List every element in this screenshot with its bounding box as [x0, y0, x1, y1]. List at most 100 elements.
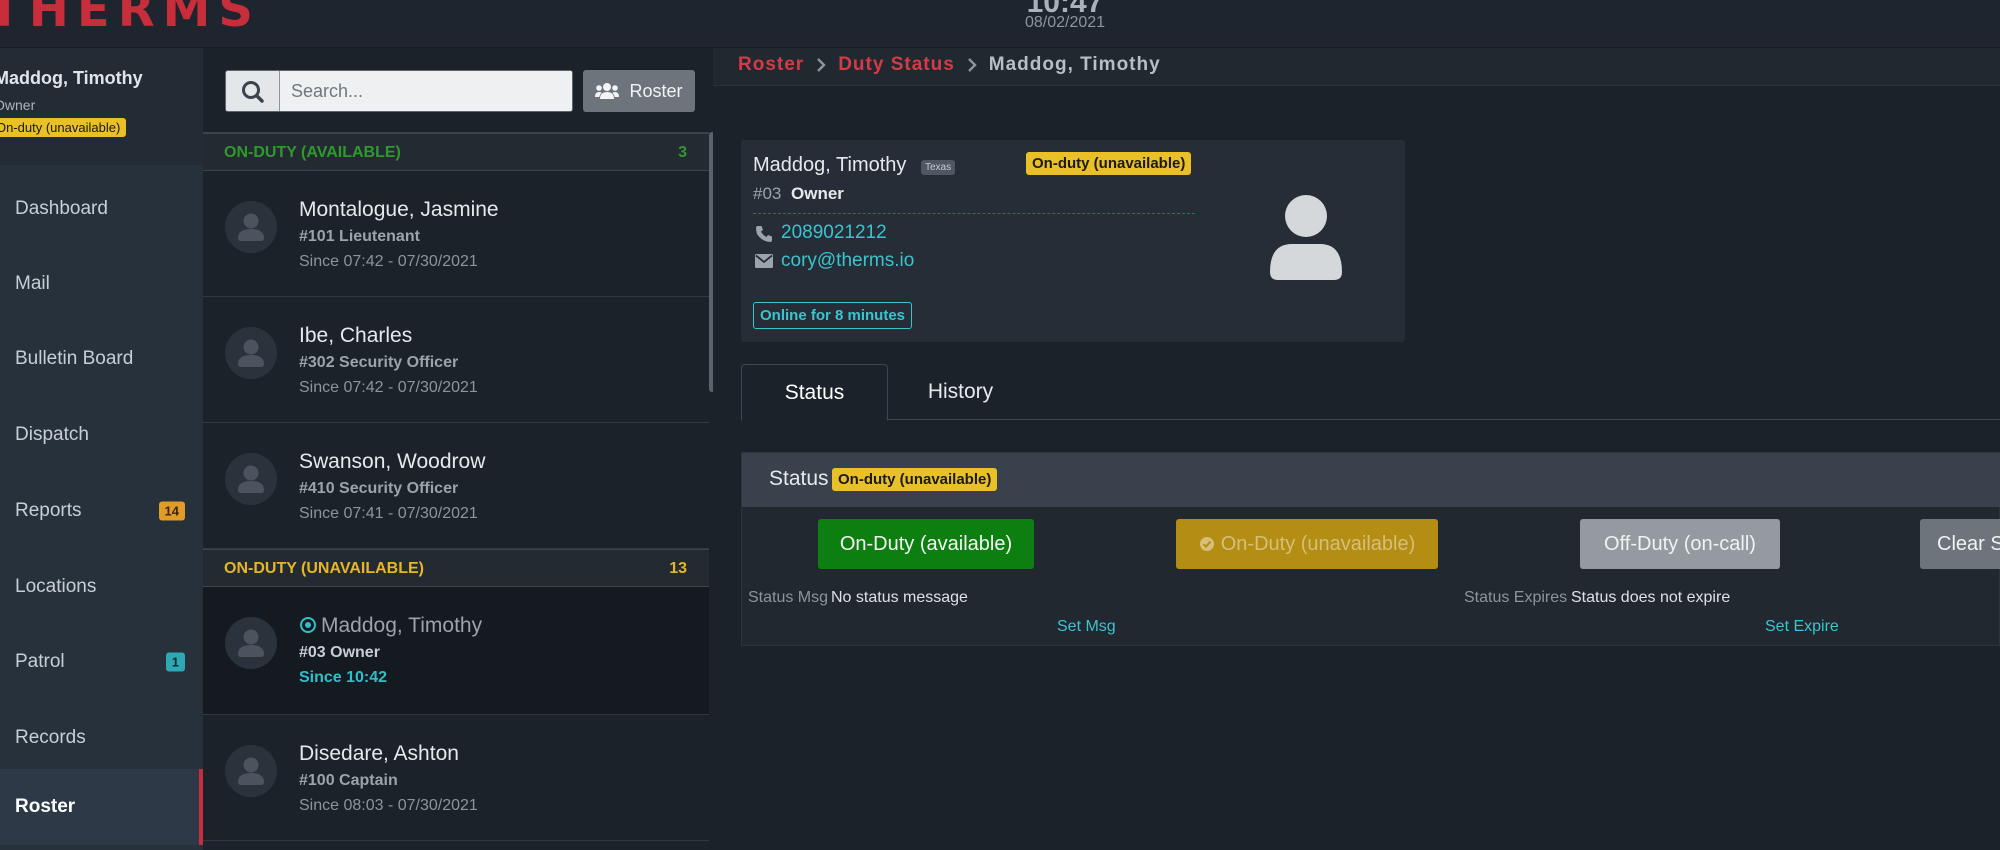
search-button[interactable] — [226, 71, 280, 111]
app-logo[interactable]: THERMS — [0, 0, 261, 38]
roster-person[interactable]: Swanson, Woodrow #410 Security Officer S… — [203, 423, 709, 549]
envelope-icon — [755, 254, 773, 268]
set-msg-link[interactable]: Set Msg — [1057, 618, 1116, 636]
patrol-count-badge: 1 — [165, 652, 185, 672]
sidebar-item-label: Records — [15, 727, 86, 748]
person-role: #100 Captain — [299, 772, 398, 789]
main-panel: Roster Duty Status Maddog, Timothy Maddo… — [713, 48, 2000, 850]
user-icon — [238, 629, 264, 657]
sidebar-item-roster[interactable]: Roster — [0, 769, 203, 845]
reports-count-badge: 14 — [158, 501, 185, 521]
sidebar-item-patrol[interactable]: Patrol 1 — [0, 629, 203, 695]
avatar — [225, 327, 277, 379]
chevron-right-icon — [817, 58, 826, 72]
status-msg-label: Status Msg — [748, 589, 829, 606]
sidebar-item-dispatch[interactable]: Dispatch — [0, 402, 203, 468]
profile-region-badge: Texas — [921, 160, 956, 175]
person-name: Montalogue, Jasmine — [299, 198, 499, 221]
set-unavailable-button[interactable]: On-Duty (unavailable) — [1176, 519, 1438, 569]
online-duration-badge: Online for 8 minutes — [753, 302, 913, 329]
person-since: Since 08:03 - 07/30/2021 — [299, 797, 478, 814]
chevron-right-icon — [967, 58, 977, 72]
profile-tabs: Status History — [741, 364, 2000, 421]
sidebar-item-label: Mail — [15, 273, 50, 294]
users-icon — [595, 83, 620, 99]
current-user-status-badge: On-duty (unavailable) — [0, 118, 127, 137]
search-input[interactable] — [281, 71, 572, 111]
group-count: 3 — [678, 144, 687, 161]
sidebar-item-label: Dispatch — [15, 424, 89, 445]
avatar — [225, 617, 277, 669]
sidebar-item-reports[interactable]: Reports 14 — [0, 478, 203, 544]
person-role: #410 Security Officer — [299, 480, 459, 497]
sidebar-item-records[interactable]: Records — [0, 705, 203, 771]
phone-icon — [756, 226, 772, 242]
tab-history[interactable]: History — [888, 364, 1033, 420]
breadcrumb-duty-status[interactable]: Duty Status — [838, 54, 955, 76]
profile-number: #03 — [753, 184, 782, 203]
avatar — [225, 201, 277, 253]
roster-person[interactable]: Disedare, Ashton #100 Captain Since 08:0… — [203, 715, 709, 841]
status-panel-badge: On-duty (unavailable) — [832, 468, 998, 491]
sidebar-item-dashboard[interactable]: Dashboard — [0, 176, 203, 242]
sidebar-item-label: Reports — [15, 500, 82, 521]
sidebar-item-locations[interactable]: Locations — [0, 554, 203, 620]
roster-button[interactable]: Roster — [583, 70, 695, 112]
clock-date: 08/02/2021 — [1024, 14, 1106, 31]
tab-status[interactable]: Status — [741, 364, 888, 421]
person-role: #302 Security Officer — [299, 354, 459, 371]
status-panel: Status On-duty (unavailable) On-Duty (av… — [741, 452, 2000, 646]
breadcrumb-current: Maddog, Timothy — [988, 54, 1161, 75]
set-expire-link[interactable]: Set Expire — [1765, 618, 1839, 636]
person-name: Maddog, Timothy — [321, 614, 483, 637]
group-header-available[interactable]: ON-DUTY (AVAILABLE) 3 — [203, 133, 709, 171]
profile-title: Owner — [791, 184, 844, 203]
selected-indicator-icon — [300, 617, 316, 633]
person-name: Ibe, Charles — [299, 324, 413, 347]
current-user-role: Owner — [0, 97, 36, 113]
user-icon — [238, 213, 264, 241]
clear-status-button[interactable]: Clear S — [1920, 519, 2000, 569]
roster-person[interactable]: Ibe, Charles #302 Security Officer Since… — [203, 297, 709, 423]
roster-button-label: Roster — [629, 80, 683, 101]
group-count: 13 — [669, 560, 687, 577]
profile-email-link[interactable]: cory@therms.io — [781, 250, 914, 272]
search-box — [225, 70, 573, 112]
current-user-name: Maddog, Timothy — [0, 68, 143, 88]
avatar — [225, 745, 277, 797]
person-name: Swanson, Woodrow — [299, 450, 486, 473]
sidebar-item-label: Dashboard — [15, 198, 108, 219]
group-label: ON-DUTY (AVAILABLE) — [224, 144, 401, 161]
person-since: Since 10:42 — [299, 669, 388, 686]
profile-avatar-icon — [1270, 195, 1342, 280]
status-panel-header: Status On-duty (unavailable) — [742, 453, 2000, 507]
roster-person-selected[interactable]: Maddog, Timothy #03 Owner Since 10:42 — [203, 587, 709, 715]
sidebar-item-label: Roster — [15, 796, 76, 817]
profile-status-badge: On-duty (unavailable) — [1026, 152, 1192, 175]
person-since: Since 07:42 - 07/30/2021 — [299, 253, 478, 270]
sidebar-item-label: Patrol — [15, 651, 65, 672]
set-oncall-button[interactable]: Off-Duty (on-call) — [1580, 519, 1780, 569]
status-panel-title: Status — [769, 467, 829, 490]
breadcrumb-roster[interactable]: Roster — [738, 54, 804, 76]
sidebar-item-bulletin-board[interactable]: Bulletin Board — [0, 326, 203, 392]
current-user-card[interactable]: Maddog, Timothy Owner On-duty (unavailab… — [0, 48, 203, 165]
profile-phone-link[interactable]: 2089021212 — [781, 222, 887, 244]
breadcrumb-bar: Roster Duty Status Maddog, Timothy — [713, 48, 2000, 86]
sidebar: Maddog, Timothy Owner On-duty (unavailab… — [0, 48, 203, 850]
person-since: Since 07:42 - 07/30/2021 — [299, 379, 478, 396]
check-circle-icon — [1199, 537, 1214, 551]
roster-person[interactable]: Montalogue, Jasmine #101 Lieutenant Sinc… — [203, 171, 709, 297]
roster-list-panel: Roster ON-DUTY (AVAILABLE) 3 Montalogue,… — [203, 48, 715, 850]
person-role: #101 Lieutenant — [299, 228, 420, 245]
status-msg-value: No status message — [831, 589, 968, 606]
user-icon — [238, 339, 264, 367]
group-header-unavailable[interactable]: ON-DUTY (UNAVAILABLE) 13 — [203, 549, 709, 587]
set-available-button[interactable]: On-Duty (available) — [818, 519, 1034, 569]
sidebar-item-label: Bulletin Board — [15, 348, 134, 369]
sidebar-item-mail[interactable]: Mail — [0, 251, 203, 317]
avatar — [225, 453, 277, 505]
roster-list[interactable]: ON-DUTY (AVAILABLE) 3 Montalogue, Jasmin… — [203, 132, 709, 850]
profile-card: Maddog, Timothy Texas On-duty (unavailab… — [741, 140, 1405, 342]
person-role: #03 Owner — [299, 644, 380, 661]
